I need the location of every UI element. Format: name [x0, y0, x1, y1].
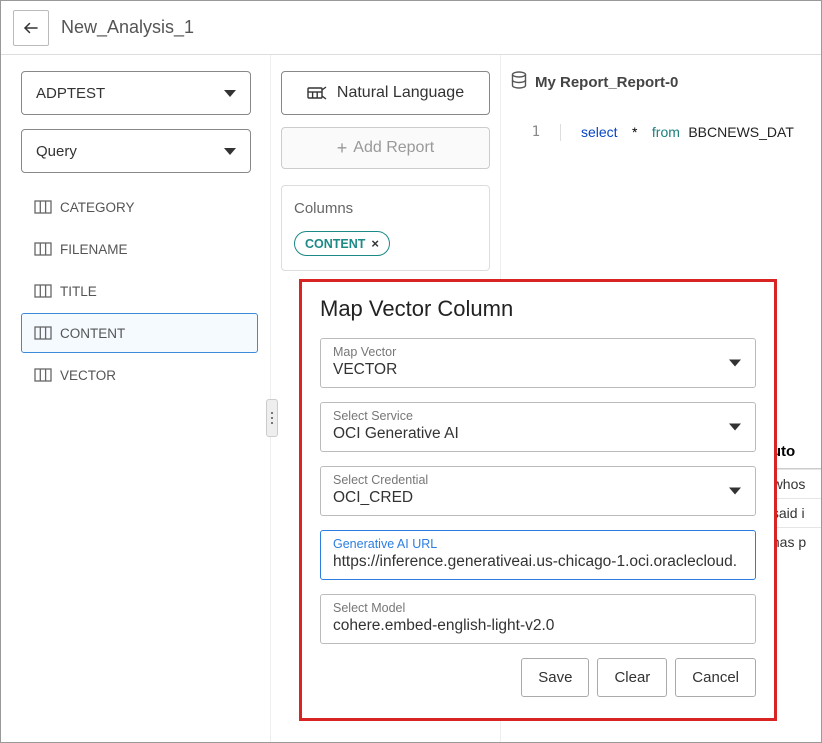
sql-code: select * from BBCNEWS_DAT: [561, 124, 794, 141]
clear-button[interactable]: Clear: [597, 658, 667, 697]
arrow-left-icon: [22, 19, 40, 37]
add-report-button[interactable]: + Add Report: [281, 127, 490, 169]
query-select-label: Query: [36, 143, 77, 160]
back-button[interactable]: [13, 10, 49, 46]
natural-language-button[interactable]: Natural Language: [281, 71, 490, 115]
sql-star: *: [626, 124, 643, 140]
map-vector-modal: Map Vector Column Map Vector VECTOR Sele…: [299, 279, 777, 721]
field-label: Select Service: [333, 409, 743, 423]
database-icon: [511, 71, 527, 94]
generative-ai-url-field[interactable]: Generative AI URL https://inference.gene…: [320, 530, 756, 580]
add-report-label: Add Report: [353, 139, 434, 157]
column-icon: [34, 200, 52, 214]
page-title: New_Analysis_1: [61, 17, 194, 38]
modal-buttons: Save Clear Cancel: [320, 658, 756, 697]
column-label: VECTOR: [60, 368, 116, 383]
field-label: Generative AI URL: [333, 537, 743, 551]
column-item-filename[interactable]: FILENAME: [21, 229, 258, 269]
splitter-handle[interactable]: [266, 399, 278, 437]
caret-down-icon: [729, 360, 741, 367]
column-label: FILENAME: [60, 242, 128, 257]
select-model-field[interactable]: Select Model cohere.embed-english-light-…: [320, 594, 756, 644]
line-number: 1: [511, 124, 561, 141]
chip-remove-icon[interactable]: ×: [371, 236, 379, 251]
map-vector-field[interactable]: Map Vector VECTOR: [320, 338, 756, 388]
column-icon: [34, 368, 52, 382]
plus-icon: +: [337, 138, 348, 159]
source-select-label: ADPTEST: [36, 85, 105, 102]
cancel-button[interactable]: Cancel: [675, 658, 756, 697]
column-label: TITLE: [60, 284, 97, 299]
field-value: OCI_CRED: [333, 489, 743, 507]
caret-down-icon: [224, 148, 236, 155]
field-label: Map Vector: [333, 345, 743, 359]
sql-select: select: [581, 124, 618, 140]
sql-editor[interactable]: 1 select * from BBCNEWS_DAT: [511, 124, 821, 141]
sql-table: BBCNEWS_DAT: [688, 124, 794, 140]
chip-label: CONTENT: [305, 237, 365, 251]
source-select[interactable]: ADPTEST: [21, 71, 251, 115]
column-list: CATEGORY FILENAME TITLE CONTENT VECTOR: [21, 187, 258, 395]
caret-down-icon: [729, 424, 741, 431]
column-item-content[interactable]: CONTENT: [21, 313, 258, 353]
field-label: Select Credential: [333, 473, 743, 487]
column-label: CONTENT: [60, 326, 125, 341]
field-label: Select Model: [333, 601, 743, 615]
select-service-field[interactable]: Select Service OCI Generative AI: [320, 402, 756, 452]
column-icon: [34, 242, 52, 256]
column-label: CATEGORY: [60, 200, 135, 215]
report-header: My Report_Report-0: [511, 71, 821, 94]
query-select[interactable]: Query: [21, 129, 251, 173]
columns-panel: Columns CONTENT ×: [281, 185, 490, 271]
natural-language-label: Natural Language: [337, 84, 464, 102]
topbar: New_Analysis_1: [1, 1, 821, 55]
field-value: https://inference.generativeai.us-chicag…: [333, 553, 743, 571]
columns-header: Columns: [294, 200, 477, 217]
report-name: My Report_Report-0: [535, 74, 678, 91]
column-icon: [34, 326, 52, 340]
column-item-vector[interactable]: VECTOR: [21, 355, 258, 395]
caret-down-icon: [729, 488, 741, 495]
sidebar: ADPTEST Query CATEGORY FILENAME TITLE CO…: [1, 55, 271, 742]
column-item-title[interactable]: TITLE: [21, 271, 258, 311]
modal-title: Map Vector Column: [320, 296, 756, 322]
field-value: cohere.embed-english-light-v2.0: [333, 617, 743, 635]
field-value: VECTOR: [333, 361, 743, 379]
save-button[interactable]: Save: [521, 658, 589, 697]
caret-down-icon: [224, 90, 236, 97]
field-value: OCI Generative AI: [333, 425, 743, 443]
select-credential-field[interactable]: Select Credential OCI_CRED: [320, 466, 756, 516]
natural-language-icon: [307, 85, 327, 101]
column-icon: [34, 284, 52, 298]
column-item-category[interactable]: CATEGORY: [21, 187, 258, 227]
sql-from: from: [652, 124, 680, 140]
column-chip-content[interactable]: CONTENT ×: [294, 231, 390, 256]
